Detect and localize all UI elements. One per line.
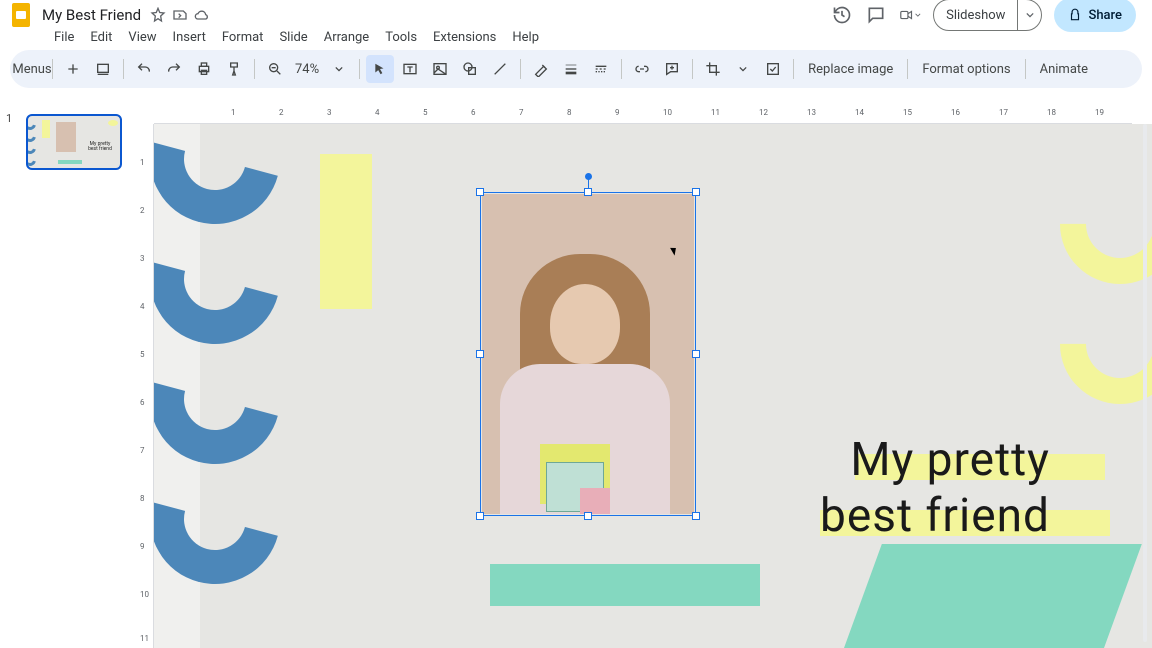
resize-handle-nw[interactable] — [476, 188, 484, 196]
menu-extensions[interactable]: Extensions — [427, 28, 502, 47]
search-menus[interactable]: Menus — [18, 55, 46, 83]
decorative-parallelogram[interactable] — [838, 544, 1142, 648]
slides-app-icon[interactable] — [8, 2, 34, 28]
new-slide-dropdown[interactable] — [89, 55, 117, 83]
menu-help[interactable]: Help — [506, 28, 545, 47]
toolbar-container: Menus 74% Replace image Format op — [0, 50, 1152, 94]
menu-edit[interactable]: Edit — [84, 28, 118, 47]
menu-file[interactable]: File — [48, 28, 80, 47]
image-tool[interactable] — [426, 55, 454, 83]
menu-view[interactable]: View — [122, 28, 162, 47]
crop-button[interactable] — [699, 55, 727, 83]
shape-tool[interactable] — [456, 55, 484, 83]
slideshow-dropdown[interactable] — [1017, 0, 1041, 30]
star-icon[interactable] — [149, 6, 167, 24]
zoom-dropdown[interactable] — [325, 55, 353, 83]
slide-1[interactable]: My pretty best friend — [200, 124, 1152, 648]
slide-thumbnail-1[interactable]: My prettybest friend — [26, 114, 122, 170]
workspace: 1 My prettybest friend 1 2 3 4 5 6 7 8 9… — [0, 106, 1152, 648]
resize-handle-w[interactable] — [476, 350, 484, 358]
print-button[interactable] — [190, 55, 218, 83]
resize-handle-s[interactable] — [584, 512, 592, 520]
replace-image-button[interactable]: Replace image — [800, 62, 901, 77]
reset-image-button[interactable] — [759, 55, 787, 83]
menu-format[interactable]: Format — [216, 28, 270, 47]
border-weight-button[interactable] — [557, 55, 585, 83]
vertical-scrollbar[interactable] — [1140, 124, 1150, 642]
zoom-level[interactable]: 74% — [291, 62, 323, 77]
decorative-rectangle[interactable] — [320, 154, 372, 309]
select-tool[interactable] — [366, 55, 394, 83]
history-icon[interactable] — [831, 4, 853, 26]
resize-handle-e[interactable] — [692, 350, 700, 358]
horizontal-ruler[interactable]: 1 2 3 4 5 6 7 8 9 10 11 12 13 14 15 16 1… — [154, 106, 1132, 124]
format-options-button[interactable]: Format options — [914, 62, 1018, 77]
lock-icon — [1068, 8, 1082, 22]
border-dash-button[interactable] — [587, 55, 615, 83]
share-button[interactable]: Share — [1054, 0, 1136, 32]
slide-title-text[interactable]: My pretty best friend — [820, 432, 1050, 544]
resize-handle-sw[interactable] — [476, 512, 484, 520]
slide-number: 1 — [6, 112, 12, 125]
title-bar: My Best Friend Slideshow Share — [0, 0, 1152, 26]
paint-format-button[interactable] — [220, 55, 248, 83]
zoom-out-button[interactable] — [261, 55, 289, 83]
slideshow-button[interactable]: Slideshow — [933, 0, 1042, 31]
selection-box[interactable] — [480, 192, 696, 516]
decorative-arc[interactable] — [154, 430, 304, 608]
new-slide-button[interactable] — [59, 55, 87, 83]
decorative-arc[interactable] — [1035, 139, 1152, 309]
undo-button[interactable] — [130, 55, 158, 83]
menu-arrange[interactable]: Arrange — [318, 28, 375, 47]
menu-tools[interactable]: Tools — [379, 28, 423, 47]
line-tool[interactable] — [486, 55, 514, 83]
mask-button[interactable] — [729, 55, 757, 83]
resize-handle-se[interactable] — [692, 512, 700, 520]
redo-button[interactable] — [160, 55, 188, 83]
comment-button[interactable] — [658, 55, 686, 83]
top-right-actions: Slideshow Share — [831, 0, 1144, 32]
resize-handle-ne[interactable] — [692, 188, 700, 196]
meet-icon[interactable] — [899, 4, 921, 26]
move-icon[interactable] — [171, 6, 189, 24]
filmstrip[interactable]: 1 My prettybest friend — [0, 106, 134, 648]
menu-insert[interactable]: Insert — [167, 28, 212, 47]
textbox-tool[interactable] — [396, 55, 424, 83]
resize-handle-n[interactable] — [584, 188, 592, 196]
slide-canvas[interactable]: My pretty best friend — [154, 124, 1152, 648]
share-label: Share — [1088, 8, 1122, 23]
decorative-arc[interactable] — [1035, 259, 1152, 429]
border-color-button[interactable] — [527, 55, 555, 83]
comments-icon[interactable] — [865, 4, 887, 26]
slideshow-label: Slideshow — [934, 8, 1017, 23]
document-title[interactable]: My Best Friend — [42, 6, 141, 24]
animate-button[interactable]: Animate — [1032, 62, 1096, 77]
menu-slide[interactable]: Slide — [273, 28, 313, 47]
toolbar: Menus 74% Replace image Format op — [10, 50, 1142, 88]
cloud-status-icon[interactable] — [193, 6, 211, 24]
vertical-ruler[interactable]: 1 2 3 4 5 6 7 8 9 10 11 — [134, 124, 154, 648]
canvas-area: 1 2 3 4 5 6 7 8 9 10 11 12 13 14 15 16 1… — [134, 106, 1152, 648]
rotation-handle[interactable] — [585, 173, 592, 180]
decorative-rectangle[interactable] — [490, 564, 760, 606]
link-button[interactable] — [628, 55, 656, 83]
